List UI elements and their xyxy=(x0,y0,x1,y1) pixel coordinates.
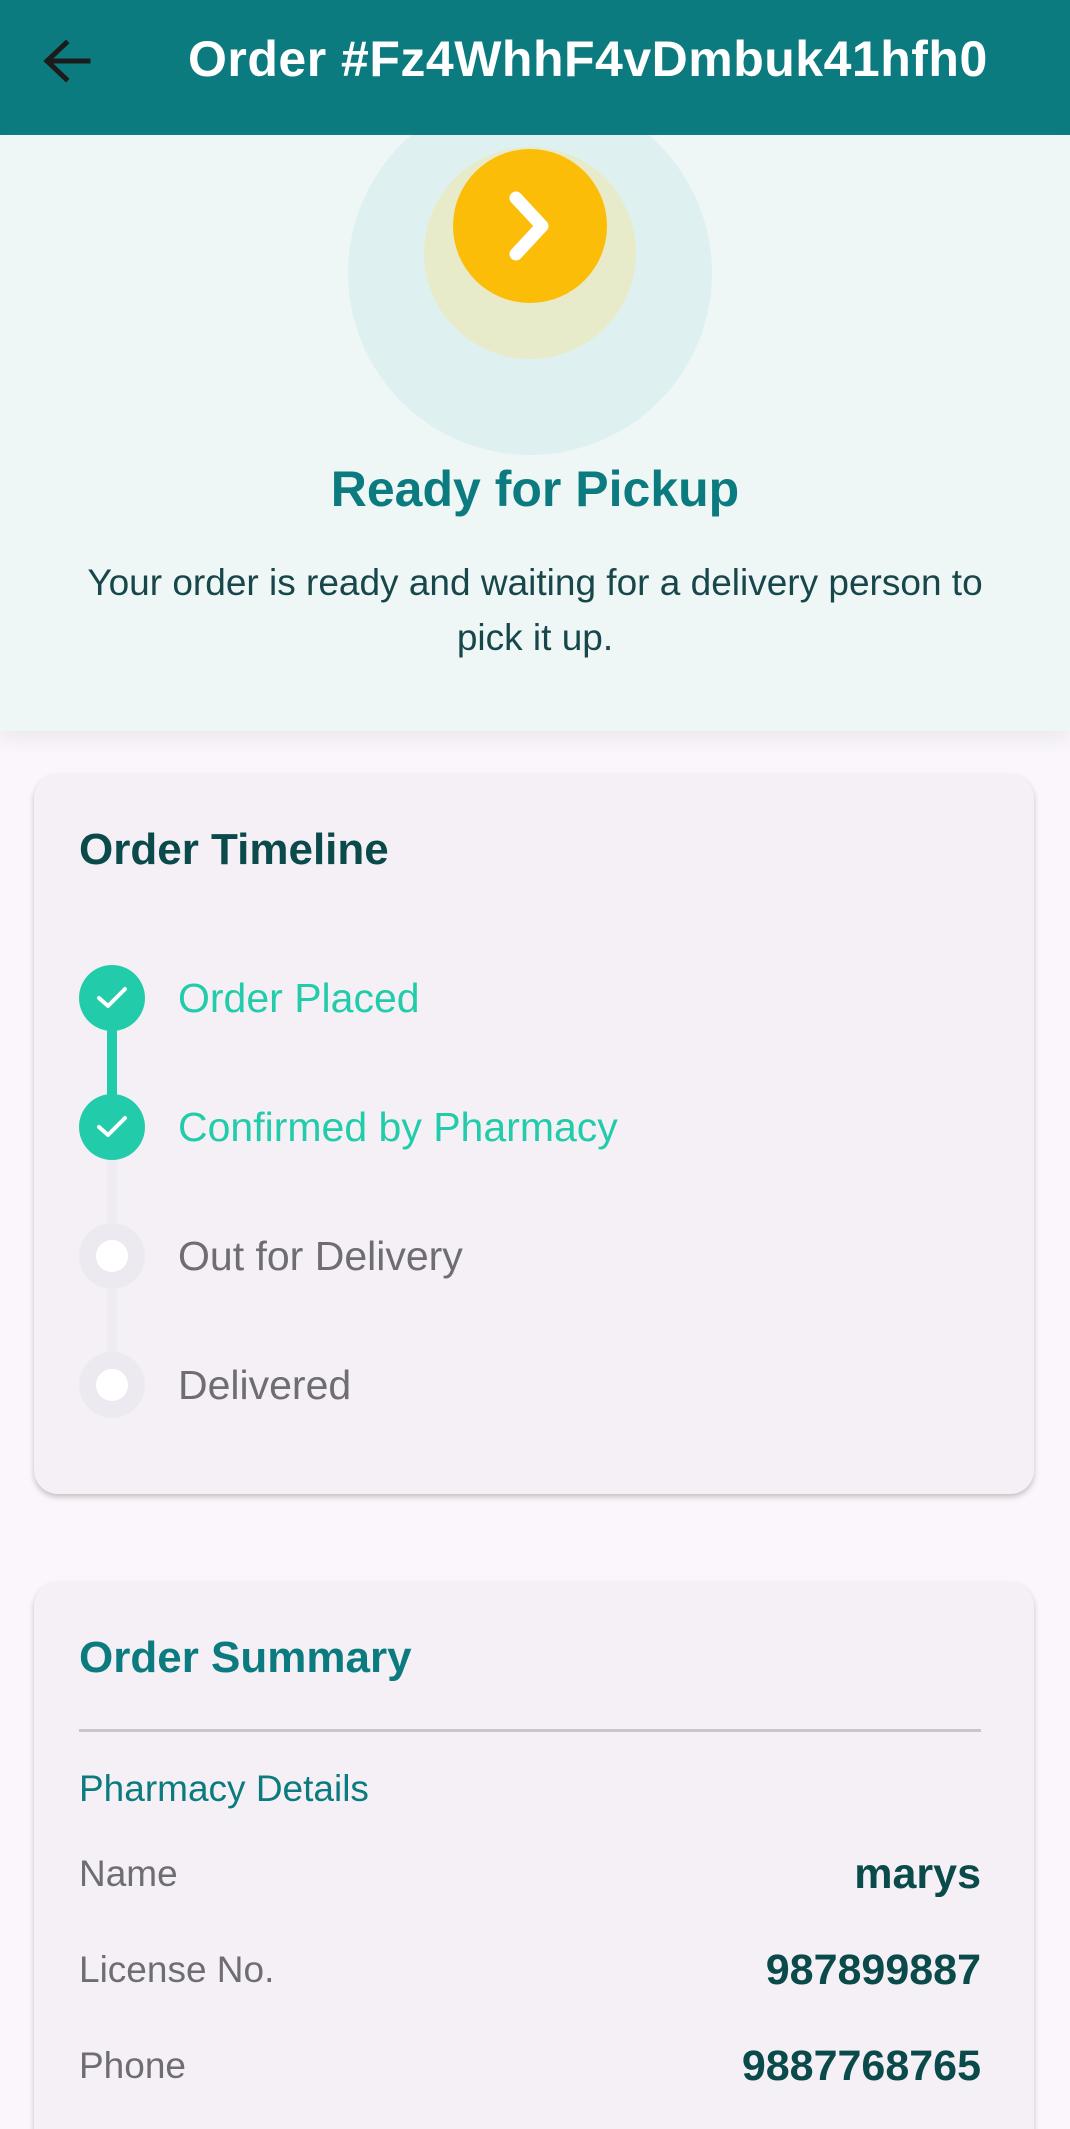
arrow-left-icon xyxy=(43,39,91,83)
order-timeline-card: Order Timeline Order Placed Confirmed by… xyxy=(34,774,1034,1494)
status-badge xyxy=(453,149,607,303)
summary-title: Order Summary xyxy=(79,1633,412,1682)
status-title: Ready for Pickup xyxy=(330,461,740,517)
pharmacy-details-heading: Pharmacy Details xyxy=(79,1768,369,1809)
timeline-step-confirmed: Confirmed by Pharmacy xyxy=(79,1094,618,1160)
detail-value: 9887768765 xyxy=(741,2041,981,2090)
timeline-title: Order Timeline xyxy=(79,825,389,874)
app-bar: Order #Fz4WhhF4vDmbuk41hfh0 xyxy=(0,0,1070,135)
divider xyxy=(79,1729,981,1732)
timeline-step-order-placed: Order Placed xyxy=(79,965,420,1031)
timeline-step-label: Out for Delivery xyxy=(178,1232,463,1279)
timeline-step-label: Order Placed xyxy=(178,974,420,1021)
detail-row-name: Name marys xyxy=(79,1844,981,1904)
chevron-right-icon xyxy=(509,191,549,261)
status-description: Your order is ready and waiting for a de… xyxy=(87,562,983,658)
check-icon xyxy=(79,1094,145,1160)
timeline-step-out-for-delivery: Out for Delivery xyxy=(79,1223,463,1289)
page-title: Order #Fz4WhhF4vDmbuk41hfh0 xyxy=(188,31,988,87)
circle-icon xyxy=(79,1223,145,1289)
status-hero: Ready for Pickup Your order is ready and… xyxy=(0,135,1070,731)
detail-row-license: License No. 987899887 xyxy=(79,1940,981,2000)
timeline-step-label: Confirmed by Pharmacy xyxy=(178,1103,618,1150)
check-icon xyxy=(79,965,145,1031)
circle-icon xyxy=(79,1352,145,1418)
detail-row-phone: Phone 9887768765 xyxy=(79,2036,981,2096)
detail-key: License No. xyxy=(79,1949,275,1990)
detail-key: Name xyxy=(79,1853,178,1894)
back-button[interactable] xyxy=(34,28,100,94)
timeline-step-label: Delivered xyxy=(178,1361,352,1408)
order-summary-card: Order Summary Pharmacy Details Name mary… xyxy=(34,1582,1034,2129)
detail-value: marys xyxy=(854,1849,981,1898)
detail-key: Phone xyxy=(79,2045,186,2086)
timeline-step-delivered: Delivered xyxy=(79,1352,351,1418)
detail-value: 987899887 xyxy=(765,1945,981,1994)
